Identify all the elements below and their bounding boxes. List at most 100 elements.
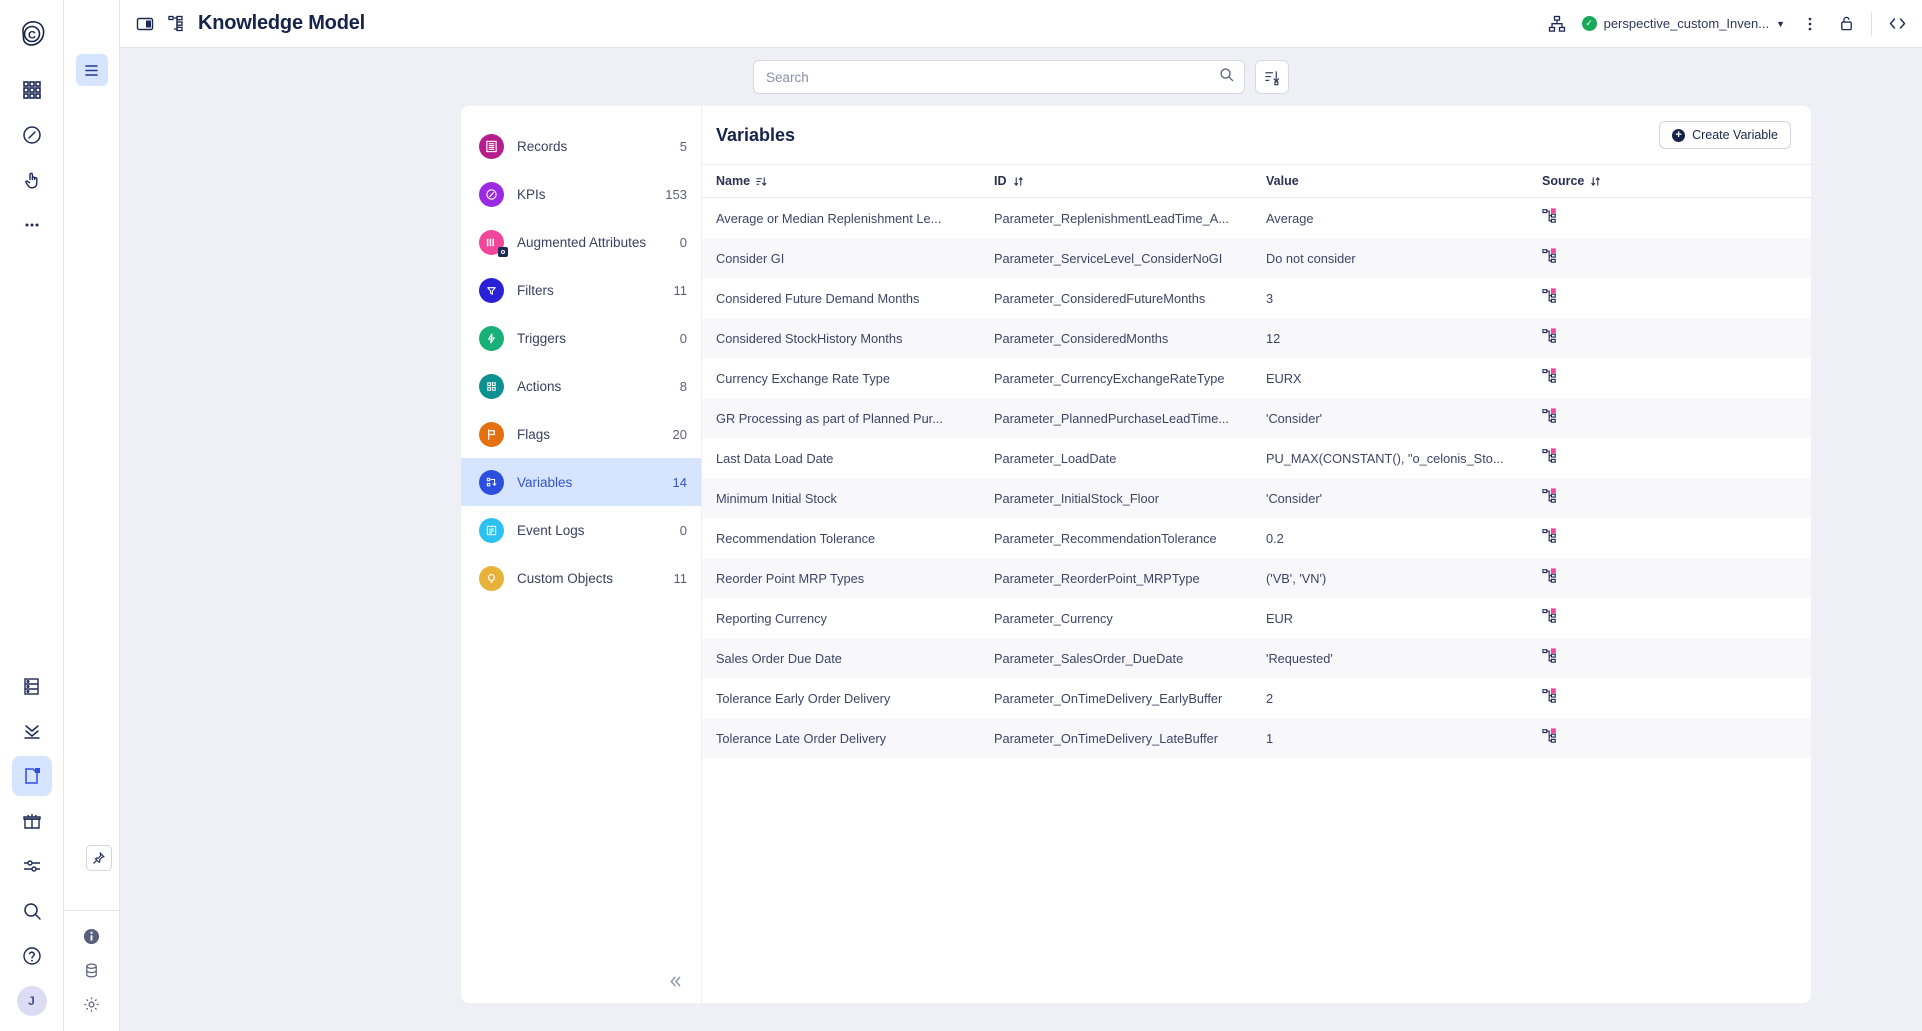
table-row[interactable]: Tolerance Early Order Delivery Parameter_… <box>702 678 1811 718</box>
info-icon[interactable] <box>81 925 103 947</box>
code-brackets-icon[interactable] <box>1886 13 1908 35</box>
variables-table-panel: Variables + Create Variable Name ID Valu… <box>701 106 1811 1003</box>
sliders-icon[interactable] <box>12 846 52 886</box>
table-row[interactable]: Average or Median Replenishment Le... Par… <box>702 198 1811 238</box>
search-icon[interactable] <box>12 891 52 931</box>
cell-id: Parameter_ConsideredFutureMonths <box>994 290 1206 306</box>
sidebar-item-variables[interactable]: Variables 14 <box>461 458 701 506</box>
perspective-selector[interactable]: ✓ perspective_custom_Inven... ▼ <box>1581 16 1785 31</box>
cell-name: Last Data Load Date <box>716 450 834 466</box>
cell-source[interactable] <box>1542 528 1797 548</box>
strip-bottom-icons <box>64 910 119 1031</box>
compass-icon[interactable] <box>12 115 52 155</box>
panels: Records 5 KPIs 153 Augmented Attributes … <box>120 106 1922 1031</box>
actions-icon <box>479 373 504 399</box>
sidebar-item-label: Records <box>517 138 568 154</box>
table-row[interactable]: Reorder Point MRP Types Parameter_Reorder… <box>702 558 1811 598</box>
table-row[interactable]: Last Data Load Date Parameter_LoadDate PU_… <box>702 438 1811 478</box>
column-header-name[interactable]: Name <box>716 174 994 188</box>
sidebar-item-triggers[interactable]: Triggers 0 <box>461 314 701 362</box>
gear-icon[interactable] <box>81 993 103 1015</box>
knowledge-model-icon[interactable] <box>11 756 52 796</box>
cell-source[interactable] <box>1542 248 1797 268</box>
sidebar-item-count: 153 <box>665 186 687 202</box>
search-input[interactable] <box>766 69 1219 85</box>
cell-name: Reporting Currency <box>716 610 827 626</box>
avatar[interactable]: J <box>12 981 52 1021</box>
cell-source[interactable] <box>1542 328 1797 348</box>
cell-value: 'Requested' <box>1266 650 1333 666</box>
flags-icon <box>479 421 504 447</box>
apps-grid-icon[interactable] <box>12 70 52 110</box>
sidebar-item-augmented-attributes[interactable]: Augmented Attributes 0 <box>461 218 701 266</box>
cell-source[interactable] <box>1542 488 1797 508</box>
sidebar-item-event-logs[interactable]: Event Logs 0 <box>461 506 701 554</box>
table-row[interactable]: Considered Future Demand Months Parameter… <box>702 278 1811 318</box>
table-row[interactable]: Considered StockHistory Months Parameter_… <box>702 318 1811 358</box>
sidebar-item-actions[interactable]: Actions 8 <box>461 362 701 410</box>
table-row[interactable]: Reporting Currency Parameter_Currency EUR <box>702 598 1811 638</box>
cell-value: 1 <box>1266 730 1274 746</box>
table-row[interactable]: Currency Exchange Rate Type Parameter_Cur… <box>702 358 1811 398</box>
cell-value: 3 <box>1266 290 1274 306</box>
hierarchy-icon[interactable] <box>1546 13 1568 35</box>
search-icon[interactable] <box>1219 67 1234 87</box>
table-row[interactable]: Consider GI Parameter_ServiceLevel_Consid… <box>702 238 1811 278</box>
page-title: Knowledge Model <box>198 12 366 34</box>
cell-source[interactable] <box>1542 608 1797 628</box>
more-dots-icon[interactable] <box>12 205 52 245</box>
cell-source[interactable] <box>1542 408 1797 428</box>
unlock-icon[interactable] <box>1835 13 1857 35</box>
sidebar-item-label: Flags <box>517 426 551 442</box>
content-area: Records 5 KPIs 153 <box>120 48 1922 1031</box>
table-row[interactable]: Tolerance Late Order Delivery Parameter_O… <box>702 718 1811 758</box>
cell-source[interactable] <box>1542 448 1797 468</box>
cell-source[interactable] <box>1542 688 1797 708</box>
chevrons-down-icon[interactable] <box>12 711 52 751</box>
sidebar-item-count: 0 <box>679 234 687 250</box>
cell-name: Average or Median Replenishment Le... <box>716 210 942 226</box>
cell-source[interactable] <box>1542 648 1797 668</box>
list-panel-icon[interactable] <box>75 54 108 86</box>
create-variable-button[interactable]: + Create Variable <box>1659 121 1791 149</box>
cell-source[interactable] <box>1542 568 1797 588</box>
cell-id: Parameter_InitialStock_Floor <box>994 490 1160 506</box>
pin-icon[interactable] <box>86 845 112 871</box>
chevrons-left-icon[interactable] <box>663 969 687 993</box>
package-open-icon[interactable] <box>12 801 52 841</box>
sidebar-item-filters[interactable]: Filters 11 <box>461 266 701 314</box>
hand-pointer-icon[interactable] <box>12 160 52 200</box>
sidebar-item-label: Custom Objects <box>517 570 614 586</box>
top-bar: Knowledge Model ✓ perspective_custom_Inv… <box>120 0 1922 48</box>
help-circle-icon[interactable] <box>12 936 52 976</box>
sidebar-item-custom-objects[interactable]: Custom Objects 11 <box>461 554 701 602</box>
sidebar-toggle-icon[interactable] <box>134 13 156 35</box>
more-vertical-icon[interactable] <box>1799 13 1821 35</box>
cell-id: Parameter_ConsideredMonths <box>994 330 1169 346</box>
sidebar-item-records[interactable]: Records 5 <box>461 122 701 170</box>
table-row[interactable]: Minimum Initial Stock Parameter_InitialSt… <box>702 478 1811 518</box>
table-row[interactable]: Sales Order Due Date Parameter_SalesOrder… <box>702 638 1811 678</box>
sidebar-item-kpis[interactable]: KPIs 153 <box>461 170 701 218</box>
knowledge-model-tree-icon <box>166 13 188 35</box>
table-row[interactable]: Recommendation Tolerance Parameter_Recomm… <box>702 518 1811 558</box>
data-table-icon[interactable] <box>12 666 52 706</box>
cell-source[interactable] <box>1542 728 1797 748</box>
source-tree-icon <box>1542 608 1559 628</box>
sidebar-item-flags[interactable]: Flags 20 <box>461 410 701 458</box>
search-box[interactable] <box>753 60 1245 94</box>
cell-value: 'Consider' <box>1266 490 1323 506</box>
database-icon[interactable] <box>81 959 103 981</box>
column-header-name-label: Name <box>716 174 751 188</box>
kpis-icon <box>479 181 504 207</box>
column-header-source[interactable]: Source <box>1542 174 1797 188</box>
sort-arrows-icon[interactable] <box>1255 60 1289 94</box>
cell-source[interactable] <box>1542 368 1797 388</box>
cell-source[interactable] <box>1542 288 1797 308</box>
celonis-logo-icon[interactable]: C <box>10 12 54 56</box>
cell-source[interactable] <box>1542 208 1797 228</box>
column-header-id[interactable]: ID <box>994 174 1266 188</box>
table-row[interactable]: GR Processing as part of Planned Pur... P… <box>702 398 1811 438</box>
secondary-nav-strip <box>64 0 120 1031</box>
custom-objects-icon <box>479 565 504 591</box>
